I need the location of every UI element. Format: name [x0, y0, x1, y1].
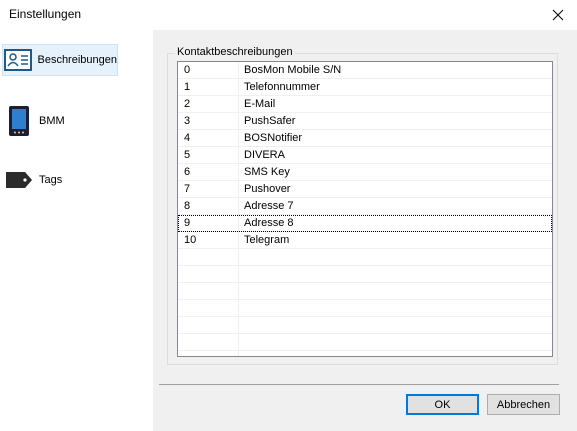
pager-device-icon [3, 104, 35, 138]
sidebar-item-bmm[interactable]: BMM [3, 104, 103, 138]
sidebar: Beschreibungen BMM Tags [0, 30, 153, 431]
empty-row [178, 300, 552, 317]
table-row[interactable]: 3 PushSafer [178, 113, 552, 130]
empty-row [178, 283, 552, 300]
row-description: E-Mail [244, 98, 276, 110]
table-row[interactable]: 7 Pushover [178, 181, 552, 198]
row-id: 9 [184, 217, 191, 229]
sidebar-item-label: Tags [39, 174, 63, 186]
table-row[interactable]: 4 BOSNotifier [178, 130, 552, 147]
row-id: 3 [184, 115, 191, 127]
contact-descriptions-list[interactable]: 0 BosMon Mobile S/N 1 Telefonnummer 2 E-Mail 3… [177, 61, 553, 357]
table-row[interactable]: 5 DIVERA [178, 147, 552, 164]
tag-icon [3, 165, 35, 195]
window-title: Einstellungen [9, 7, 82, 21]
sidebar-item-label: BMM [39, 115, 65, 127]
empty-row [178, 249, 552, 266]
table-row[interactable]: 10 Telegram [178, 232, 552, 249]
table-row[interactable]: 0 BosMon Mobile S/N [178, 62, 552, 79]
row-id: 1 [184, 81, 191, 93]
empty-row [178, 334, 552, 351]
row-id: 5 [184, 149, 191, 161]
ok-button[interactable]: OK [406, 394, 479, 415]
row-id: 6 [184, 166, 191, 178]
close-icon [552, 9, 564, 21]
row-description: Pushover [244, 183, 291, 195]
row-description: Adresse 7 [244, 200, 294, 212]
row-id: 7 [184, 183, 191, 195]
row-description: Telegram [244, 234, 290, 246]
row-description: BOSNotifier [244, 132, 303, 144]
row-description: SMS Key [244, 166, 290, 178]
table-row[interactable]: 9 Adresse 8 [178, 215, 552, 232]
row-description: Telefonnummer [244, 81, 320, 93]
table-row[interactable]: 1 Telefonnummer [178, 79, 552, 96]
contact-card-icon [3, 45, 33, 75]
empty-row [178, 317, 552, 334]
row-description: PushSafer [244, 115, 296, 127]
row-description: Adresse 8 [244, 217, 294, 229]
divider [159, 384, 559, 385]
settings-dialog: Einstellungen Beschreibungen BMM Tags Ko… [0, 0, 577, 431]
row-id: 10 [184, 234, 197, 246]
group-label: Kontaktbeschreibungen [175, 46, 295, 58]
row-id: 2 [184, 98, 191, 110]
sidebar-item-beschreibungen[interactable]: Beschreibungen [2, 44, 118, 76]
title-bar: Einstellungen [0, 0, 577, 30]
table-row[interactable]: 8 Adresse 7 [178, 198, 552, 215]
row-id: 0 [184, 64, 191, 76]
empty-row [178, 266, 552, 283]
close-button[interactable] [543, 0, 573, 30]
row-description: BosMon Mobile S/N [244, 64, 342, 76]
row-description: DIVERA [244, 149, 285, 161]
sidebar-item-label: Beschreibungen [37, 54, 117, 66]
table-row[interactable]: 6 SMS Key [178, 164, 552, 181]
table-row[interactable]: 2 E-Mail [178, 96, 552, 113]
row-id: 8 [184, 200, 191, 212]
sidebar-item-tags[interactable]: Tags [3, 165, 103, 195]
row-id: 4 [184, 132, 191, 144]
cancel-button[interactable]: Abbrechen [487, 394, 560, 415]
